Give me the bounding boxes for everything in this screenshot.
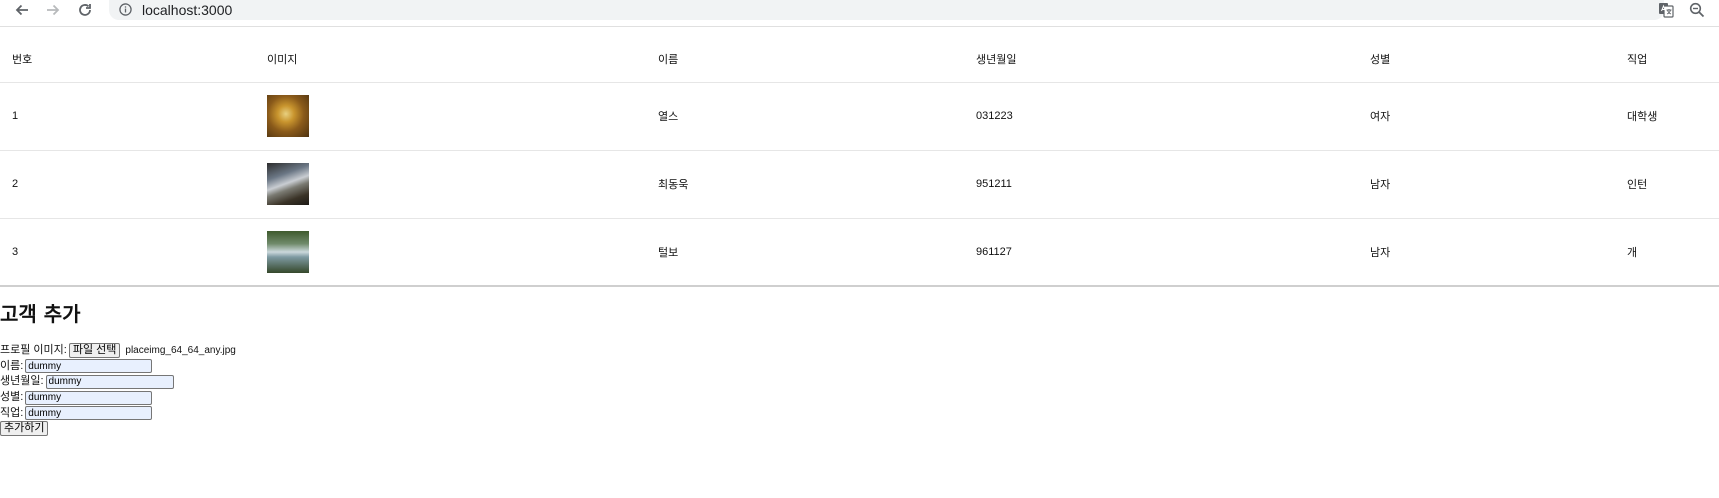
- table-row: 2 최동욱 951211 남자 인턴: [0, 150, 1719, 219]
- url-text[interactable]: localhost:3000: [142, 2, 232, 18]
- browser-toolbar: localhost:3000: [0, 0, 1719, 26]
- reload-button[interactable]: [73, 0, 97, 20]
- info-icon[interactable]: [119, 3, 132, 16]
- toolbar-divider: [0, 26, 1719, 27]
- name-label: 이름:: [0, 359, 24, 372]
- cell-gender: 남자: [1358, 150, 1615, 219]
- header-id: 번호: [0, 36, 255, 83]
- cell-birthday: 951211: [964, 150, 1358, 219]
- arrow-left-icon: [15, 4, 28, 16]
- cell-image: [255, 150, 646, 219]
- profile-image-label: 프로필 이미지:: [0, 344, 67, 357]
- cell-job: 개: [1615, 218, 1719, 287]
- cell-image: [255, 82, 646, 151]
- arrow-right-icon: [47, 4, 60, 16]
- header-image: 이미지: [255, 36, 646, 83]
- name-input[interactable]: [25, 359, 153, 374]
- form-title: 고객 추가: [0, 302, 81, 326]
- cell-id: 3: [0, 218, 255, 287]
- address-bar[interactable]: [109, 0, 1664, 20]
- birthday-row: 생년월일:: [0, 374, 236, 390]
- job-label: 직업:: [0, 406, 24, 419]
- profile-image: [267, 163, 309, 205]
- header-gender: 성별: [1358, 36, 1615, 83]
- back-button[interactable]: [10, 0, 34, 20]
- translate-icon[interactable]: [1658, 2, 1674, 18]
- cell-name: 털보: [646, 218, 964, 287]
- job-row: 직업:: [0, 405, 236, 421]
- cell-job: 대학생: [1615, 82, 1719, 151]
- cell-gender: 남자: [1358, 218, 1615, 287]
- cell-birthday: 031223: [964, 82, 1358, 151]
- cell-id: 2: [0, 150, 255, 219]
- birthday-label: 생년월일:: [0, 375, 44, 388]
- profile-image-row: 프로필 이미지: 파일 선택 placeimg_64_64_any.jpg: [0, 343, 236, 359]
- header-name: 이름: [646, 36, 964, 83]
- gender-row: 성별:: [0, 390, 236, 406]
- cell-birthday: 961127: [964, 218, 1358, 287]
- cell-name: 최동욱: [646, 150, 964, 219]
- birthday-input[interactable]: [45, 374, 174, 389]
- table-header-row: 번호 이미지 이름 생년월일 성별 직업: [0, 36, 1719, 83]
- file-select-button[interactable]: 파일 선택: [68, 343, 121, 359]
- table-row: 3 털보 961127 남자 개: [0, 218, 1719, 287]
- name-row: 이름:: [0, 359, 236, 375]
- customer-table-container: 번호 이미지 이름 생년월일 성별 직업 1 열스 031223 여자 대학생 …: [0, 36, 1719, 287]
- zoom-out-icon[interactable]: [1689, 2, 1705, 18]
- gender-label: 성별:: [0, 391, 24, 404]
- header-birthday: 생년월일: [964, 36, 1358, 83]
- cell-job: 인턴: [1615, 150, 1719, 219]
- table-row: 1 열스 031223 여자 대학생: [0, 82, 1719, 151]
- add-customer-form: 프로필 이미지: 파일 선택 placeimg_64_64_any.jpg 이름…: [0, 343, 236, 437]
- forward-button[interactable]: [41, 0, 65, 20]
- customer-table: 번호 이미지 이름 생년월일 성별 직업 1 열스 031223 여자 대학생 …: [0, 36, 1719, 287]
- selected-file-name: placeimg_64_64_any.jpg: [125, 345, 236, 357]
- cell-image: [255, 218, 646, 287]
- cell-name: 열스: [646, 82, 964, 151]
- profile-image: [267, 230, 309, 273]
- submit-row: 추가하기: [0, 421, 236, 437]
- job-input[interactable]: [25, 406, 153, 421]
- header-job: 직업: [1615, 36, 1719, 83]
- gender-input[interactable]: [25, 390, 153, 405]
- cell-gender: 여자: [1358, 82, 1615, 151]
- reload-icon: [79, 4, 91, 16]
- cell-id: 1: [0, 82, 255, 151]
- profile-image: [267, 95, 309, 137]
- add-customer-button[interactable]: 추가하기: [0, 421, 49, 437]
